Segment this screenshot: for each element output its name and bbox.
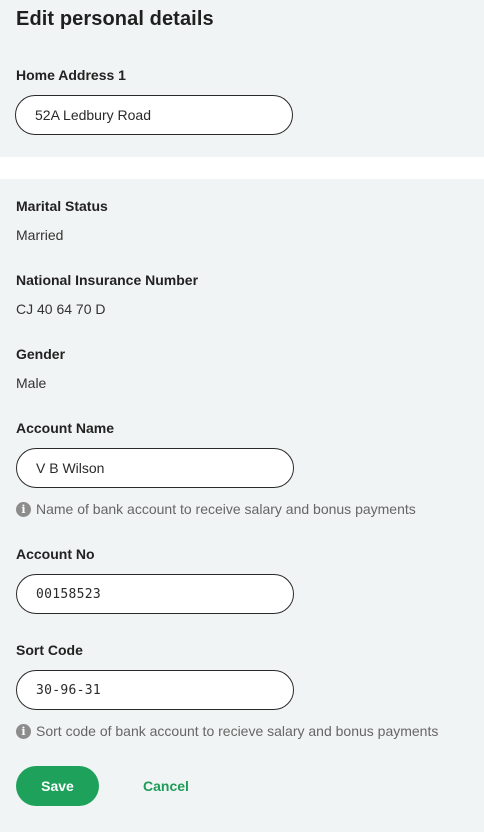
info-icon: i	[16, 723, 31, 739]
home-address-input[interactable]	[15, 95, 293, 135]
cancel-button[interactable]: Cancel	[134, 766, 198, 806]
gender-value: Male	[16, 375, 47, 391]
marital-status-label: Marital Status	[16, 198, 108, 214]
account-name-label: Account Name	[16, 420, 115, 436]
info-icon: i	[16, 501, 31, 517]
sort-code-hint: i Sort code of bank account to recieve s…	[16, 723, 438, 739]
gender-label: Gender	[16, 346, 66, 362]
sort-code-input[interactable]	[16, 670, 294, 710]
ni-number-value: CJ 40 64 70 D	[16, 301, 106, 317]
account-no-label: Account No	[16, 546, 95, 562]
sort-code-hint-text: Sort code of bank account to recieve sal…	[36, 723, 439, 739]
account-name-hint-text: Name of bank account to receive salary a…	[36, 501, 416, 517]
sort-code-label: Sort Code	[16, 642, 83, 658]
account-name-input[interactable]	[16, 448, 294, 488]
section-divider	[0, 157, 484, 179]
account-name-hint: i Name of bank account to receive salary…	[16, 501, 416, 517]
account-no-input[interactable]	[16, 574, 294, 614]
home-address-label: Home Address 1	[16, 67, 126, 83]
ni-number-label: National Insurance Number	[16, 272, 199, 288]
save-button[interactable]: Save	[16, 766, 99, 806]
address-section: Edit personal details Home Address 1	[0, 0, 484, 157]
marital-status-value: Married	[16, 227, 64, 243]
page-title: Edit personal details	[16, 8, 214, 30]
